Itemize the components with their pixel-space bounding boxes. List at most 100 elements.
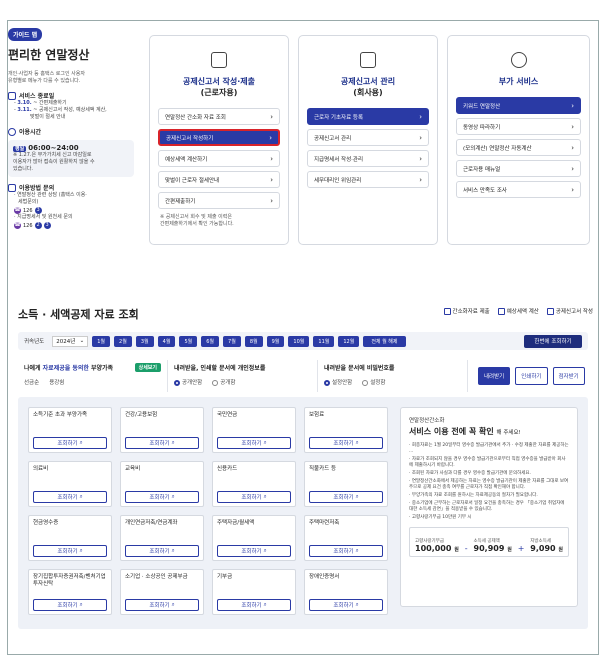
search-button[interactable]: 조회하기 ⌕ (217, 491, 291, 503)
search-icon: ⌕ (355, 439, 359, 446)
link-write[interactable]: 공제신고서 작성 (546, 307, 593, 315)
phone-icon: ☎ (14, 207, 21, 214)
month-button[interactable]: 8월 (244, 335, 263, 347)
category-tile: 개인연금저축/연금계좌 조회하기 ⌕ (120, 515, 204, 561)
search-icon: ⌕ (79, 547, 83, 554)
chevron-right-icon: › (269, 133, 272, 142)
month-button[interactable]: 2월 (114, 335, 132, 347)
month-button[interactable]: 6월 (201, 335, 220, 347)
chevron-right-icon: › (571, 143, 574, 152)
menu-item[interactable]: 맞벌이 근로자 절세안내 › (158, 171, 280, 188)
month-button[interactable]: 7월 (223, 335, 241, 347)
dependent-name[interactable]: 선금순 (24, 378, 39, 386)
search-icon: ⌕ (355, 601, 359, 608)
month-button[interactable]: 9월 (266, 335, 285, 347)
search-button[interactable]: 조회하기 ⌕ (309, 599, 383, 611)
section-title: 소득 · 세액공제 자료 조회 (18, 308, 139, 321)
guide-desc: 개인·사업자 등 홈택스 로그인 사용자 유형별로 메뉴가 다를 수 있습니다. (8, 71, 85, 84)
schedule-item: - 3.11. ~ 공제신고서 작성, 예상세액 계산, (14, 107, 107, 113)
radio-password[interactable]: 설정함 (362, 378, 385, 386)
search-button[interactable]: 조회하기 ⌕ (125, 491, 199, 503)
category-tile: 장애인증명서조회하기 ⌕ (304, 569, 388, 615)
menu-item-active[interactable]: 근로자 기초자료 등록 › (307, 108, 429, 125)
month-button[interactable]: 11월 (313, 335, 335, 347)
search-icon: ⌕ (79, 493, 83, 500)
schedule-item: 맞벌이 절세 안내 (30, 114, 66, 120)
card-title: 공제신고서 관리 (340, 77, 396, 86)
schedule-item: - 3.10. ~ 간편제출하기 (14, 100, 67, 106)
search-all-button[interactable]: 한번에 조회하기 (524, 334, 582, 348)
detail-button[interactable]: 상세보기 (134, 363, 161, 372)
schedule-section: 서비스 종료일 (8, 91, 134, 100)
menu-item-active[interactable]: 공제신고서 작성하기 › (158, 129, 280, 146)
clock-icon (8, 127, 16, 136)
dependent-name[interactable]: 용강쉼 (49, 378, 64, 386)
chevron-right-icon: › (270, 154, 273, 163)
notice-pre: 연말정산간소화 (409, 418, 445, 424)
search-button[interactable]: 조회하기 ⌕ (33, 491, 107, 503)
search-button[interactable]: 조회하기 ⌕ (125, 545, 199, 557)
download-button[interactable]: 내려받기 (478, 367, 511, 385)
month-button[interactable]: 4월 (157, 335, 176, 347)
card-title: 공제신고서 작성·제출 (182, 77, 256, 86)
notice-line: · 고향사랑기부금 10만원 기부 시 (409, 515, 472, 520)
chevron-right-icon: › (270, 196, 273, 205)
menu-item[interactable]: 지급명세서 작성·관리 › (307, 150, 429, 167)
category-name: 신용카드 (217, 466, 238, 472)
search-button[interactable]: 조회하기 ⌕ (33, 437, 107, 449)
category-name: 국민연금 (217, 412, 238, 418)
month-button[interactable]: 12월 (338, 335, 360, 347)
radio-no-password[interactable]: 설정안함 (324, 378, 352, 386)
link-estimate[interactable]: 예상세액 계산 (497, 307, 539, 315)
menu-item[interactable]: 공제신고서 관리 › (307, 129, 429, 146)
search-icon: ⌕ (355, 547, 359, 554)
search-icon: ⌕ (171, 493, 175, 500)
search-button[interactable]: 조회하기 ⌕ (217, 437, 291, 449)
chevron-right-icon: › (571, 164, 574, 173)
radio-show[interactable]: 공개함 (212, 378, 235, 386)
page-title: 편리한 연말정산 (8, 48, 90, 62)
search-button[interactable]: 조회하기 ⌕ (309, 545, 383, 557)
phone-line: ☎ 126 3 (14, 207, 42, 214)
search-button[interactable]: 조회하기 ⌕ (125, 437, 199, 449)
link-submit[interactable]: 간소화자료 제출 (443, 307, 490, 315)
radio-hide[interactable]: 공개안함 (174, 378, 202, 386)
category-tile: 소기업 · 소상공인 공제부금 조회하기 ⌕ (120, 569, 204, 615)
year-label: 귀속년도 (24, 339, 45, 345)
month-button[interactable]: 3월 (135, 335, 154, 347)
notice-line: · 조회된 자료가 사실과 다를 경우 영수증 발급기관에 문의하세요. (409, 471, 531, 476)
menu-item[interactable]: 연말정산 간소화 자료 조회 › (158, 108, 280, 125)
menu-item[interactable]: 간편제출하기 › (158, 192, 280, 209)
search-button[interactable]: 조회하기 ⌕ (125, 599, 199, 611)
option-dependents: 나에게 자료제공을 동의한 부양가족 상세보기 선금순 용강쉼 (18, 360, 168, 392)
braille-button[interactable]: 점자받기 (552, 367, 585, 385)
clear-months-button[interactable]: 전체 월 해제 (363, 335, 406, 347)
menu-item-active[interactable]: 키워드 연말정산 › (456, 97, 581, 114)
menu-item[interactable]: (모의계산) 연말정산 자동계산 › (456, 139, 581, 156)
phone-line: ☎ 126 2 3 (14, 222, 51, 229)
notice-line: · 부양가족의 자료 조회를 원하시는 자료제공동의 절차가 필요합니다. (409, 493, 538, 498)
menu-item[interactable]: 근로자용 매뉴얼 › (456, 160, 581, 177)
guide-panel: 가이드 맵 편리한 연말정산 개인·사업자 등 홈택스 로그인 사용자 유형별로 … (8, 22, 134, 292)
month-button[interactable]: 1월 (92, 335, 111, 347)
card-extra: 부가 서비스 키워드 연말정산 › 동영상 따라하기 › (모의계산) 연말정산 자… (447, 35, 590, 245)
document-edit-icon (211, 52, 227, 68)
menu-item[interactable]: 예상세액 계산하기 › (158, 150, 280, 167)
calculator-icon (497, 307, 505, 315)
search-button[interactable]: 조회하기 ⌕ (309, 437, 383, 449)
search-button[interactable]: 조회하기 ⌕ (217, 599, 291, 611)
menu-item[interactable]: 서비스 만족도 조사 › (456, 181, 581, 198)
search-button[interactable]: 조회하기 ⌕ (33, 545, 107, 557)
menu-item[interactable]: 세무대리인 위임관리 › (307, 171, 429, 188)
search-button[interactable]: 조회하기 ⌕ (217, 545, 291, 557)
print-button[interactable]: 인쇄하기 (515, 367, 548, 385)
chevron-right-icon: › (419, 154, 422, 163)
month-button[interactable]: 5월 (179, 335, 198, 347)
month-button[interactable]: 10월 (288, 335, 310, 347)
year-select[interactable]: 2024년 ⌄ (52, 335, 89, 347)
category-name: 장애인증명서 (309, 574, 340, 580)
menu-item[interactable]: 동영상 따라하기 › (456, 118, 581, 135)
search-button[interactable]: 조회하기 ⌕ (309, 491, 383, 503)
category-tile: 건강/고용보험 조회하기 ⌕ (120, 407, 204, 453)
search-button[interactable]: 조회하기 ⌕ (33, 599, 107, 611)
